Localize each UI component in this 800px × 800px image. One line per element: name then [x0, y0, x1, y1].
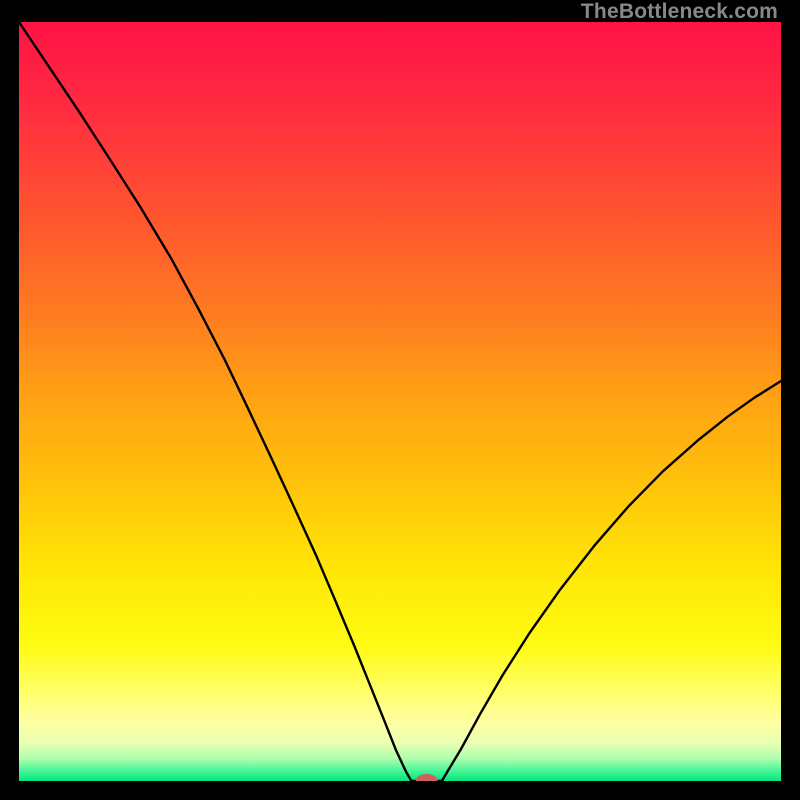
plot-area — [19, 22, 781, 781]
watermark-text: TheBottleneck.com — [581, 0, 778, 24]
bottleneck-chart — [19, 22, 781, 781]
chart-frame: TheBottleneck.com — [0, 0, 800, 800]
gradient-background — [19, 22, 781, 781]
